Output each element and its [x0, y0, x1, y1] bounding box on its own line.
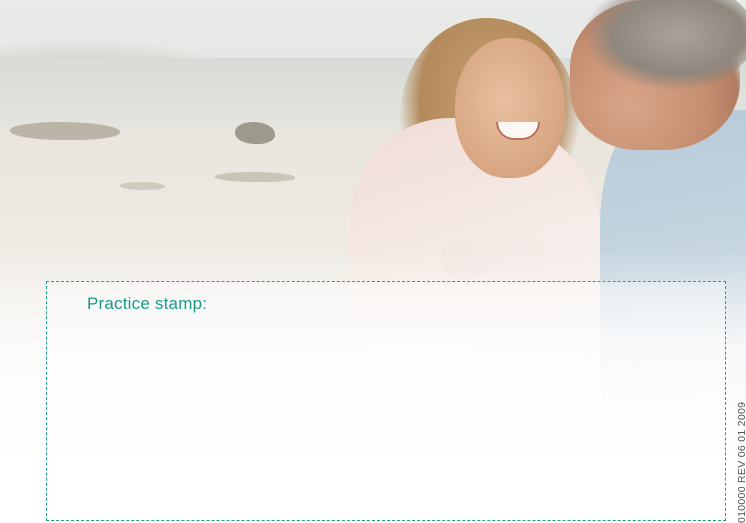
rock: [10, 122, 120, 140]
woman-face: [455, 38, 565, 178]
practice-stamp-box[interactable]: Practice stamp:: [46, 281, 726, 521]
rock: [235, 122, 275, 144]
reference-code: 010000 REV 06 01 2009: [736, 401, 746, 523]
rock: [215, 172, 295, 182]
practice-stamp-label: Practice stamp:: [87, 294, 208, 313]
rock: [120, 182, 165, 190]
